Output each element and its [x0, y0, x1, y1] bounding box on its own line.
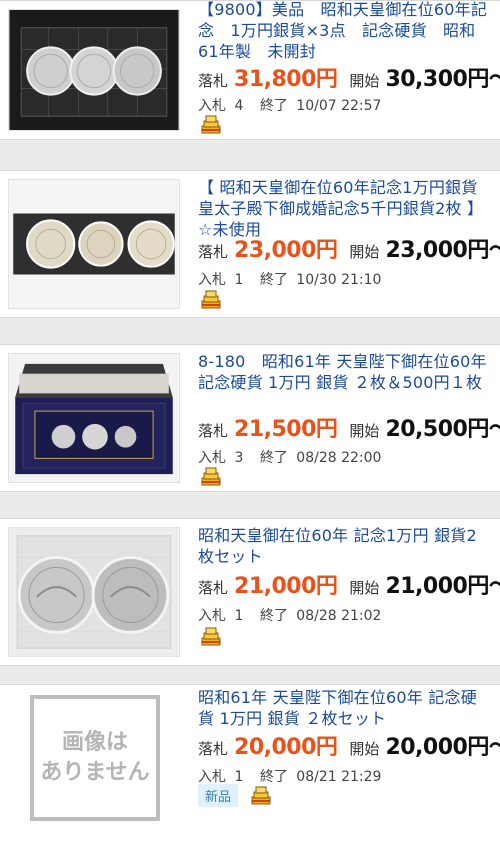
- coin-case-image: [9, 354, 179, 482]
- start-price-label: 開始: [349, 243, 380, 261]
- bid-count: 1: [234, 769, 244, 785]
- list-item[interactable]: 画像は ありません 昭和61年 天皇陛下御在位60年 記念硬貨 1万円 銀貨 ２…: [0, 684, 500, 841]
- price-row: 落札 31,800円 開始 30,300円〜: [198, 61, 500, 93]
- win-price: 31,800円: [234, 67, 338, 92]
- coin-stack-badge-icon: [201, 290, 221, 309]
- item-title-link[interactable]: 8-180 昭和61年 天皇陛下御在位60年記念硬貨 1万円 銀貨 ２枚＆500…: [198, 351, 493, 393]
- win-price-label: 落札: [198, 72, 229, 90]
- no-image-text-line1: 画像は: [61, 730, 128, 755]
- coin-photo-image: [9, 180, 179, 308]
- price-row: 落札 20,000円 開始 20,000円〜: [198, 729, 500, 761]
- bid-count: 3: [234, 450, 244, 466]
- meta-row: 入札 1 終了 10/30 21:10: [198, 269, 385, 289]
- start-price: 20,500円〜: [385, 417, 500, 442]
- start-price: 21,000円〜: [385, 574, 500, 599]
- bids-label: 入札: [198, 272, 226, 288]
- end-label: 終了: [259, 272, 288, 288]
- list-item[interactable]: 8-180 昭和61年 天皇陛下御在位60年記念硬貨 1万円 銀貨 ２枚＆500…: [0, 344, 500, 492]
- price-row: 落札 23,000円 開始 23,000円〜: [198, 232, 500, 264]
- item-title-link[interactable]: 昭和天皇御在位60年 記念1万円 銀貨2枚セット: [198, 525, 493, 567]
- list-item[interactable]: 昭和天皇御在位60年 記念1万円 銀貨2枚セット 落札 21,000円 開始 2…: [0, 518, 500, 666]
- start-price: 20,000円〜: [385, 735, 500, 760]
- end-label: 終了: [259, 608, 288, 624]
- end-time: 08/28 22:00: [296, 450, 382, 466]
- win-price: 21,500円: [234, 417, 338, 442]
- start-price-label: 開始: [349, 579, 380, 597]
- bid-count: 1: [234, 608, 244, 624]
- coin-stack-badge-icon: [201, 627, 221, 646]
- item-title-link[interactable]: 【9800】美品 昭和天皇御在位60年記念 1万円銀貨×3点 記念硬貨 昭和61…: [198, 0, 493, 62]
- bids-label: 入札: [198, 98, 226, 114]
- price-row: 落札 21,000円 開始 21,000円〜: [198, 568, 500, 600]
- end-time: 08/21 21:29: [296, 769, 382, 785]
- list-item[interactable]: 【9800】美品 昭和天皇御在位60年記念 1万円銀貨×3点 記念硬貨 昭和61…: [0, 0, 500, 140]
- no-image-placeholder[interactable]: 画像は ありません: [30, 695, 160, 821]
- bid-count: 1: [234, 272, 244, 288]
- price-row: 落札 21,500円 開始 20,500円〜: [198, 411, 500, 443]
- meta-row: 入札 4 終了 10/07 22:57: [198, 95, 385, 115]
- coin-stack-badge-icon: [201, 115, 221, 134]
- bid-count: 4: [234, 98, 244, 114]
- item-thumbnail[interactable]: [8, 353, 180, 483]
- item-thumbnail[interactable]: [8, 9, 180, 131]
- meta-row: 入札 3 終了 08/28 22:00: [198, 447, 385, 467]
- auction-result-list: 【9800】美品 昭和天皇御在位60年記念 1万円銀貨×3点 記念硬貨 昭和61…: [0, 0, 500, 841]
- meta-row: 入札 1 終了 08/28 21:02: [198, 605, 385, 625]
- end-time: 10/30 21:10: [296, 272, 382, 288]
- end-time: 08/28 21:02: [296, 608, 382, 624]
- end-time: 10/07 22:57: [296, 98, 382, 114]
- win-price-label: 落札: [198, 422, 229, 440]
- start-price-label: 開始: [349, 740, 380, 758]
- bids-label: 入札: [198, 450, 226, 466]
- win-price: 23,000円: [234, 238, 338, 263]
- bids-label: 入札: [198, 769, 226, 785]
- win-price-label: 落札: [198, 740, 229, 758]
- start-price: 30,300円〜: [385, 67, 500, 92]
- item-title-link[interactable]: 昭和61年 天皇陛下御在位60年 記念硬貨 1万円 銀貨 ２枚セット: [198, 687, 493, 729]
- end-label: 終了: [259, 769, 288, 785]
- coin-photo-image: [9, 528, 179, 656]
- win-price-label: 落札: [198, 579, 229, 597]
- item-title-link[interactable]: 【 昭和天皇御在位60年記念1万円銀貨 皇太子殿下御成婚記念5千円銀貨2枚 】☆…: [198, 177, 493, 240]
- coin-stack-badge-icon: [201, 467, 221, 486]
- item-thumbnail[interactable]: [8, 527, 180, 657]
- bids-label: 入札: [198, 608, 226, 624]
- start-price-label: 開始: [349, 72, 380, 90]
- end-label: 終了: [259, 98, 288, 114]
- item-thumbnail[interactable]: [8, 179, 180, 309]
- condition-tag-new: 新品: [198, 784, 239, 807]
- start-price: 23,000円〜: [385, 238, 500, 263]
- meta-row: 入札 1 終了 08/21 21:29: [198, 766, 385, 786]
- win-price: 20,000円: [234, 735, 338, 760]
- list-item[interactable]: 【 昭和天皇御在位60年記念1万円銀貨 皇太子殿下御成婚記念5千円銀貨2枚 】☆…: [0, 170, 500, 318]
- coin-photo-image: [9, 10, 179, 130]
- start-price-label: 開始: [349, 422, 380, 440]
- end-label: 終了: [259, 450, 288, 466]
- no-image-text-line2: ありません: [40, 760, 150, 785]
- coin-stack-badge-icon: [251, 786, 271, 805]
- win-price-label: 落札: [198, 243, 229, 261]
- win-price: 21,000円: [234, 574, 338, 599]
